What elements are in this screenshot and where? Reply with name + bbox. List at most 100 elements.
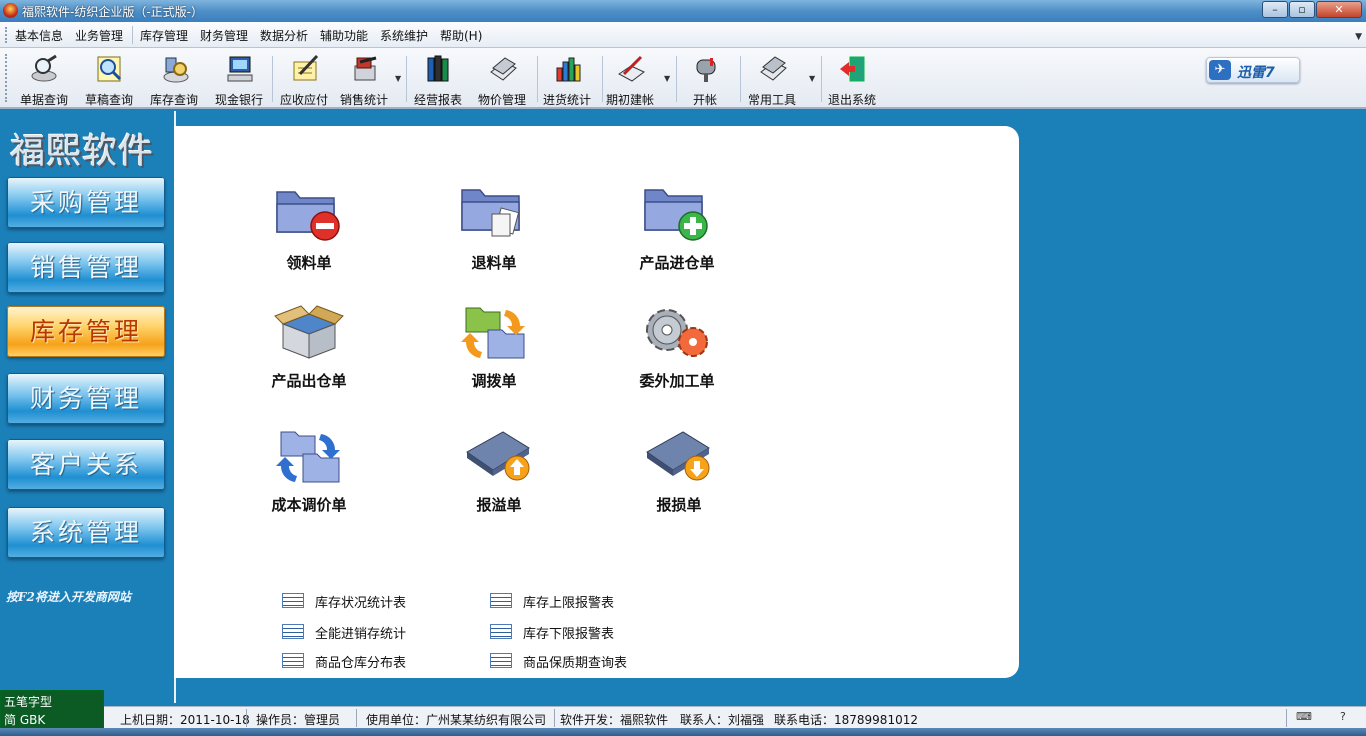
toolbar-label: 单据查询 — [19, 93, 68, 107]
status-company: 使用单位：广州某某纺织有限公司 — [366, 713, 547, 727]
toolbar-label: 现金银行 — [214, 93, 263, 107]
menu-business[interactable]: 业务管理 — [75, 27, 123, 44]
folder-plus-icon — [644, 189, 708, 241]
status-separator — [246, 709, 247, 727]
opening-accounts-dropdown-icon[interactable]: ▼ — [664, 74, 670, 83]
magnifier-disc-icon — [31, 54, 57, 82]
report-table-icon — [490, 653, 512, 668]
report-table-icon — [490, 624, 512, 639]
brand-logo-text: 福熙软件 — [10, 132, 155, 172]
help-icon[interactable]: ? — [1340, 710, 1346, 723]
report-table-icon — [490, 593, 512, 608]
ime-charset-label: 简 GBK — [4, 713, 46, 727]
ime-toolbar[interactable]: 五笔字型 简 GBK — [0, 690, 104, 730]
toolbar-exit-system[interactable]: 退出系统 — [820, 52, 884, 107]
toolbar-receivable-payable[interactable]: 应收应付 — [272, 52, 336, 107]
menu-bar: 基本信息 业务管理 库存管理 财务管理 数据分析 辅助功能 系统维护 帮助(H)… — [0, 22, 1366, 48]
close-button[interactable]: ✕ — [1316, 1, 1362, 18]
status-bar: 上机日期：2011-10-18 操作员：管理员 使用单位：广州某某纺织有限公司 … — [104, 706, 1366, 728]
minimize-button[interactable]: – — [1262, 1, 1288, 18]
sidebar: 福熙软件 采购管理 销售管理 库存管理 财务管理 客户关系 系统管理 按F2将进… — [0, 111, 174, 703]
menu-basic-info[interactable]: 基本信息 — [15, 27, 63, 44]
func-label: 委外加工单 — [639, 372, 715, 390]
sidebar-item-purchase[interactable]: 采购管理 — [7, 177, 165, 228]
sales-stat-dropdown-icon[interactable]: ▼ — [395, 74, 401, 83]
xunlei-label: 迅雷7 — [1237, 65, 1275, 81]
window-title: 福熙软件-纺织企业版（-正式版-） — [22, 5, 203, 19]
report-label: 全能进销存统计 — [315, 627, 407, 642]
bar-chart-icon — [556, 57, 581, 82]
price-docs-icon — [490, 57, 517, 81]
func-label: 产品出仓单 — [271, 372, 347, 390]
folder-cycle-icon — [276, 431, 340, 483]
toolbar-label: 退出系统 — [827, 93, 876, 107]
ime-mode-label: 五笔字型 — [4, 695, 53, 709]
toolbar-label: 进货统计 — [542, 93, 591, 107]
func-label: 调拨单 — [471, 372, 517, 390]
app-icon — [3, 3, 18, 18]
main-panel: 领料单 退料单 产品进仓单 产品出仓单 调拨单 委外加工单 成本调价单 报溢单 … — [174, 126, 1019, 678]
toolbar-label: 草稿查询 — [84, 93, 133, 107]
gears-icon — [646, 309, 708, 357]
menu-help[interactable]: 帮助(H) — [440, 27, 482, 44]
status-operator: 操作员：管理员 — [256, 713, 341, 727]
open-box-icon — [274, 305, 344, 359]
sidebar-item-sales[interactable]: 销售管理 — [7, 242, 165, 293]
toolbar-price-mgmt[interactable]: 物价管理 — [470, 52, 534, 107]
menu-grip — [5, 27, 8, 43]
common-tools-dropdown-icon[interactable]: ▼ — [809, 74, 815, 83]
xunlei-bird-icon: ✈ — [1209, 60, 1231, 80]
toolbar: 单据查询 草稿查询 库存查询 现金银行 应收应付 销售统计 ▼ 经营报表 物价管… — [0, 48, 1366, 109]
menu-data-analysis[interactable]: 数据分析 — [260, 27, 308, 44]
menu-inventory[interactable]: 库存管理 — [140, 27, 188, 44]
status-separator — [554, 709, 555, 727]
report-table-icon — [282, 624, 304, 639]
toolbar-cash-bank[interactable]: 现金银行 — [207, 52, 271, 107]
chevron-down-icon[interactable]: ▼ — [1355, 32, 1362, 42]
status-separator — [1286, 709, 1287, 727]
func-label: 领料单 — [286, 254, 332, 272]
toolbar-business-report[interactable]: 经营报表 — [406, 52, 470, 107]
computer-icon — [227, 56, 253, 82]
menu-system-maint[interactable]: 系统维护 — [380, 27, 428, 44]
toolbar-purchase-stat[interactable]: 进货统计 — [535, 52, 599, 107]
toolbar-common-tools[interactable]: 常用工具 — [740, 52, 804, 107]
toolbar-bill-query[interactable]: 单据查询 — [12, 52, 76, 107]
toolbar-label: 物价管理 — [477, 93, 526, 107]
menu-auxiliary[interactable]: 辅助功能 — [320, 27, 368, 44]
toolbar-label: 期初建帐 — [605, 93, 654, 107]
sidebar-item-finance[interactable]: 财务管理 — [7, 373, 165, 424]
tools-icon — [760, 56, 787, 81]
status-phone: 联系电话：18789981012 — [774, 713, 918, 727]
toolbar-draft-query[interactable]: 草稿查询 — [77, 52, 141, 107]
toolbar-label: 库存查询 — [149, 93, 198, 107]
menu-separator — [132, 26, 133, 44]
report-table-icon — [282, 653, 304, 668]
xunlei-button[interactable]: ✈ 迅雷7 — [1206, 57, 1300, 83]
sidebar-item-customer[interactable]: 客户关系 — [7, 439, 165, 490]
menu-finance[interactable]: 财务管理 — [200, 27, 248, 44]
toolbar-label: 销售统计 — [339, 93, 388, 107]
maximize-button[interactable]: ▫ — [1289, 1, 1315, 18]
toolbar-opening-accounts[interactable]: 期初建帐 — [598, 52, 662, 107]
sidebar-item-inventory[interactable]: 库存管理 — [7, 306, 165, 357]
pen-document-icon — [293, 54, 319, 81]
keyboard-icon[interactable]: ⌨ — [1296, 710, 1312, 723]
status-separator — [356, 709, 357, 727]
report-label: 库存状况统计表 — [315, 596, 407, 611]
toolbar-stock-query[interactable]: 库存查询 — [142, 52, 206, 107]
func-label: 产品进仓单 — [639, 254, 715, 272]
toolbar-open-account[interactable]: 开帐 — [673, 52, 737, 107]
board-down-icon — [646, 431, 710, 481]
sidebar-item-system[interactable]: 系统管理 — [7, 507, 165, 558]
toolbar-label: 经营报表 — [413, 93, 462, 107]
status-developer: 软件开发：福熙软件 — [560, 713, 669, 727]
func-label: 报溢单 — [476, 496, 522, 514]
func-label: 退料单 — [471, 254, 517, 272]
sales-stat-icon — [354, 56, 377, 81]
toolbar-sales-stat[interactable]: 销售统计 — [332, 52, 396, 107]
folder-transfer-icon — [461, 307, 525, 359]
report-label: 库存下限报警表 — [523, 627, 615, 642]
toolbar-label: 开帐 — [692, 93, 717, 107]
report-label: 商品保质期查询表 — [523, 656, 628, 671]
